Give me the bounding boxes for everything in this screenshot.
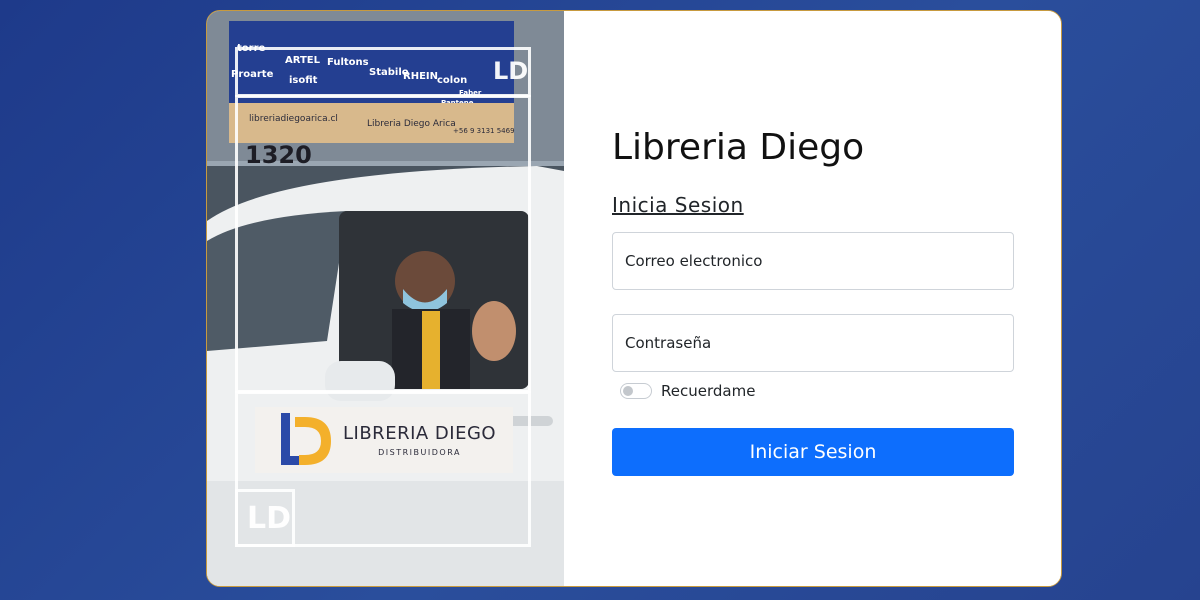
remember-toggle[interactable] — [620, 383, 652, 399]
store-photo-panel: torre ARTEL Fultons Proarte isofit Stabi… — [207, 11, 564, 586]
ld-logo-icon — [281, 413, 331, 465]
page-title: Libreria Diego — [612, 127, 865, 168]
login-form-panel: Libreria Diego Inicia Sesion Recuerdame … — [564, 11, 1061, 586]
remember-label: Recuerdame — [661, 382, 756, 400]
photo-frame-top — [235, 47, 531, 97]
ld-watermark-top: LD — [493, 57, 529, 85]
remember-row: Recuerdame — [620, 382, 755, 400]
password-field[interactable] — [612, 314, 1014, 372]
login-card: torre ARTEL Fultons Proarte isofit Stabi… — [206, 10, 1062, 587]
toggle-knob — [623, 386, 633, 396]
ld-watermark-bottom: LD — [247, 501, 292, 536]
logo-subtitle: DISTRIBUIDORA — [378, 448, 461, 457]
brand-logo: LIBRERIA DIEGO DISTRIBUIDORA — [255, 407, 513, 473]
email-field[interactable] — [612, 232, 1014, 290]
logo-name: LIBRERIA DIEGO — [343, 423, 497, 444]
login-button[interactable]: Iniciar Sesion — [612, 428, 1014, 476]
login-link[interactable]: Inicia Sesion — [612, 193, 744, 217]
photo-frame-main — [235, 95, 531, 393]
